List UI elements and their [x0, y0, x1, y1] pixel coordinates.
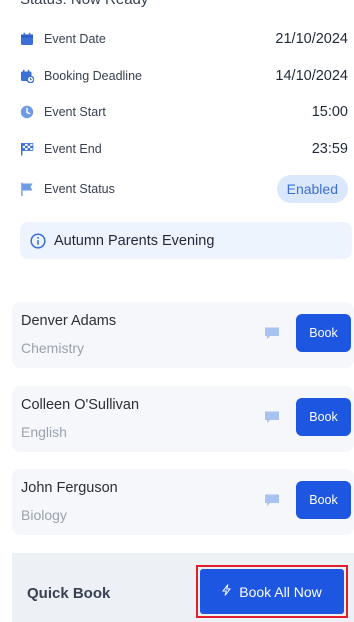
lightning-icon: [222, 584, 232, 599]
teacher-name: Denver Adams: [21, 313, 117, 329]
event-end-value: 23:59: [311, 141, 348, 157]
chat-icon[interactable]: [264, 326, 280, 340]
teacher-card: John Ferguson Biology Book: [12, 469, 354, 535]
event-end-row: Event End 23:59: [20, 139, 348, 159]
calendar-clock-icon: [20, 69, 34, 83]
event-date-row: Event Date 21/10/2024: [20, 29, 348, 49]
teacher-name: John Ferguson: [21, 480, 118, 496]
flag-icon: [20, 182, 34, 196]
checkered-flag-icon: [20, 142, 34, 156]
teacher-card: Colleen O'Sullivan English Book: [12, 386, 354, 452]
calendar-icon: [20, 32, 34, 46]
chat-icon[interactable]: [264, 493, 280, 507]
page-header-cut: Status: Now Ready: [0, 0, 354, 9]
book-all-now-label: Book All Now: [239, 583, 322, 600]
event-title: Autumn Parents Evening: [54, 232, 215, 249]
header-text: Status: Now Ready: [20, 0, 148, 8]
book-button[interactable]: Book: [296, 314, 351, 352]
event-start-row: Event Start 15:00: [20, 102, 348, 122]
event-title-box: Autumn Parents Evening: [20, 222, 352, 259]
event-date-label: Event Date: [44, 32, 106, 46]
teacher-subject: English: [21, 424, 67, 440]
book-button[interactable]: Book: [296, 398, 351, 436]
event-start-label: Event Start: [44, 105, 106, 119]
event-status-row: Event Status Enabled: [20, 175, 348, 203]
teacher-subject: Biology: [21, 507, 67, 523]
chat-icon[interactable]: [264, 410, 280, 424]
info-icon: [30, 232, 46, 249]
teacher-card: Denver Adams Chemistry Book: [12, 302, 354, 368]
book-all-now-button[interactable]: Book All Now: [200, 569, 344, 614]
event-end-label: Event End: [44, 142, 102, 156]
event-start-value: 15:00: [311, 104, 348, 120]
quick-book-title: Quick Book: [27, 585, 111, 602]
booking-deadline-value: 14/10/2024: [275, 68, 348, 84]
teacher-subject: Chemistry: [21, 340, 85, 356]
quick-book-bar: Quick Book Book All Now: [12, 553, 354, 622]
clock-icon: [20, 105, 34, 119]
booking-deadline-label: Booking Deadline: [44, 69, 142, 83]
book-button[interactable]: Book: [296, 481, 351, 519]
teacher-name: Colleen O'Sullivan: [21, 397, 140, 413]
event-date-value: 21/10/2024: [275, 31, 348, 47]
event-status-label: Event Status: [44, 182, 115, 196]
booking-deadline-row: Booking Deadline 14/10/2024: [20, 66, 348, 86]
book-all-highlight: Book All Now: [196, 565, 348, 618]
status-badge: Enabled: [276, 175, 348, 203]
